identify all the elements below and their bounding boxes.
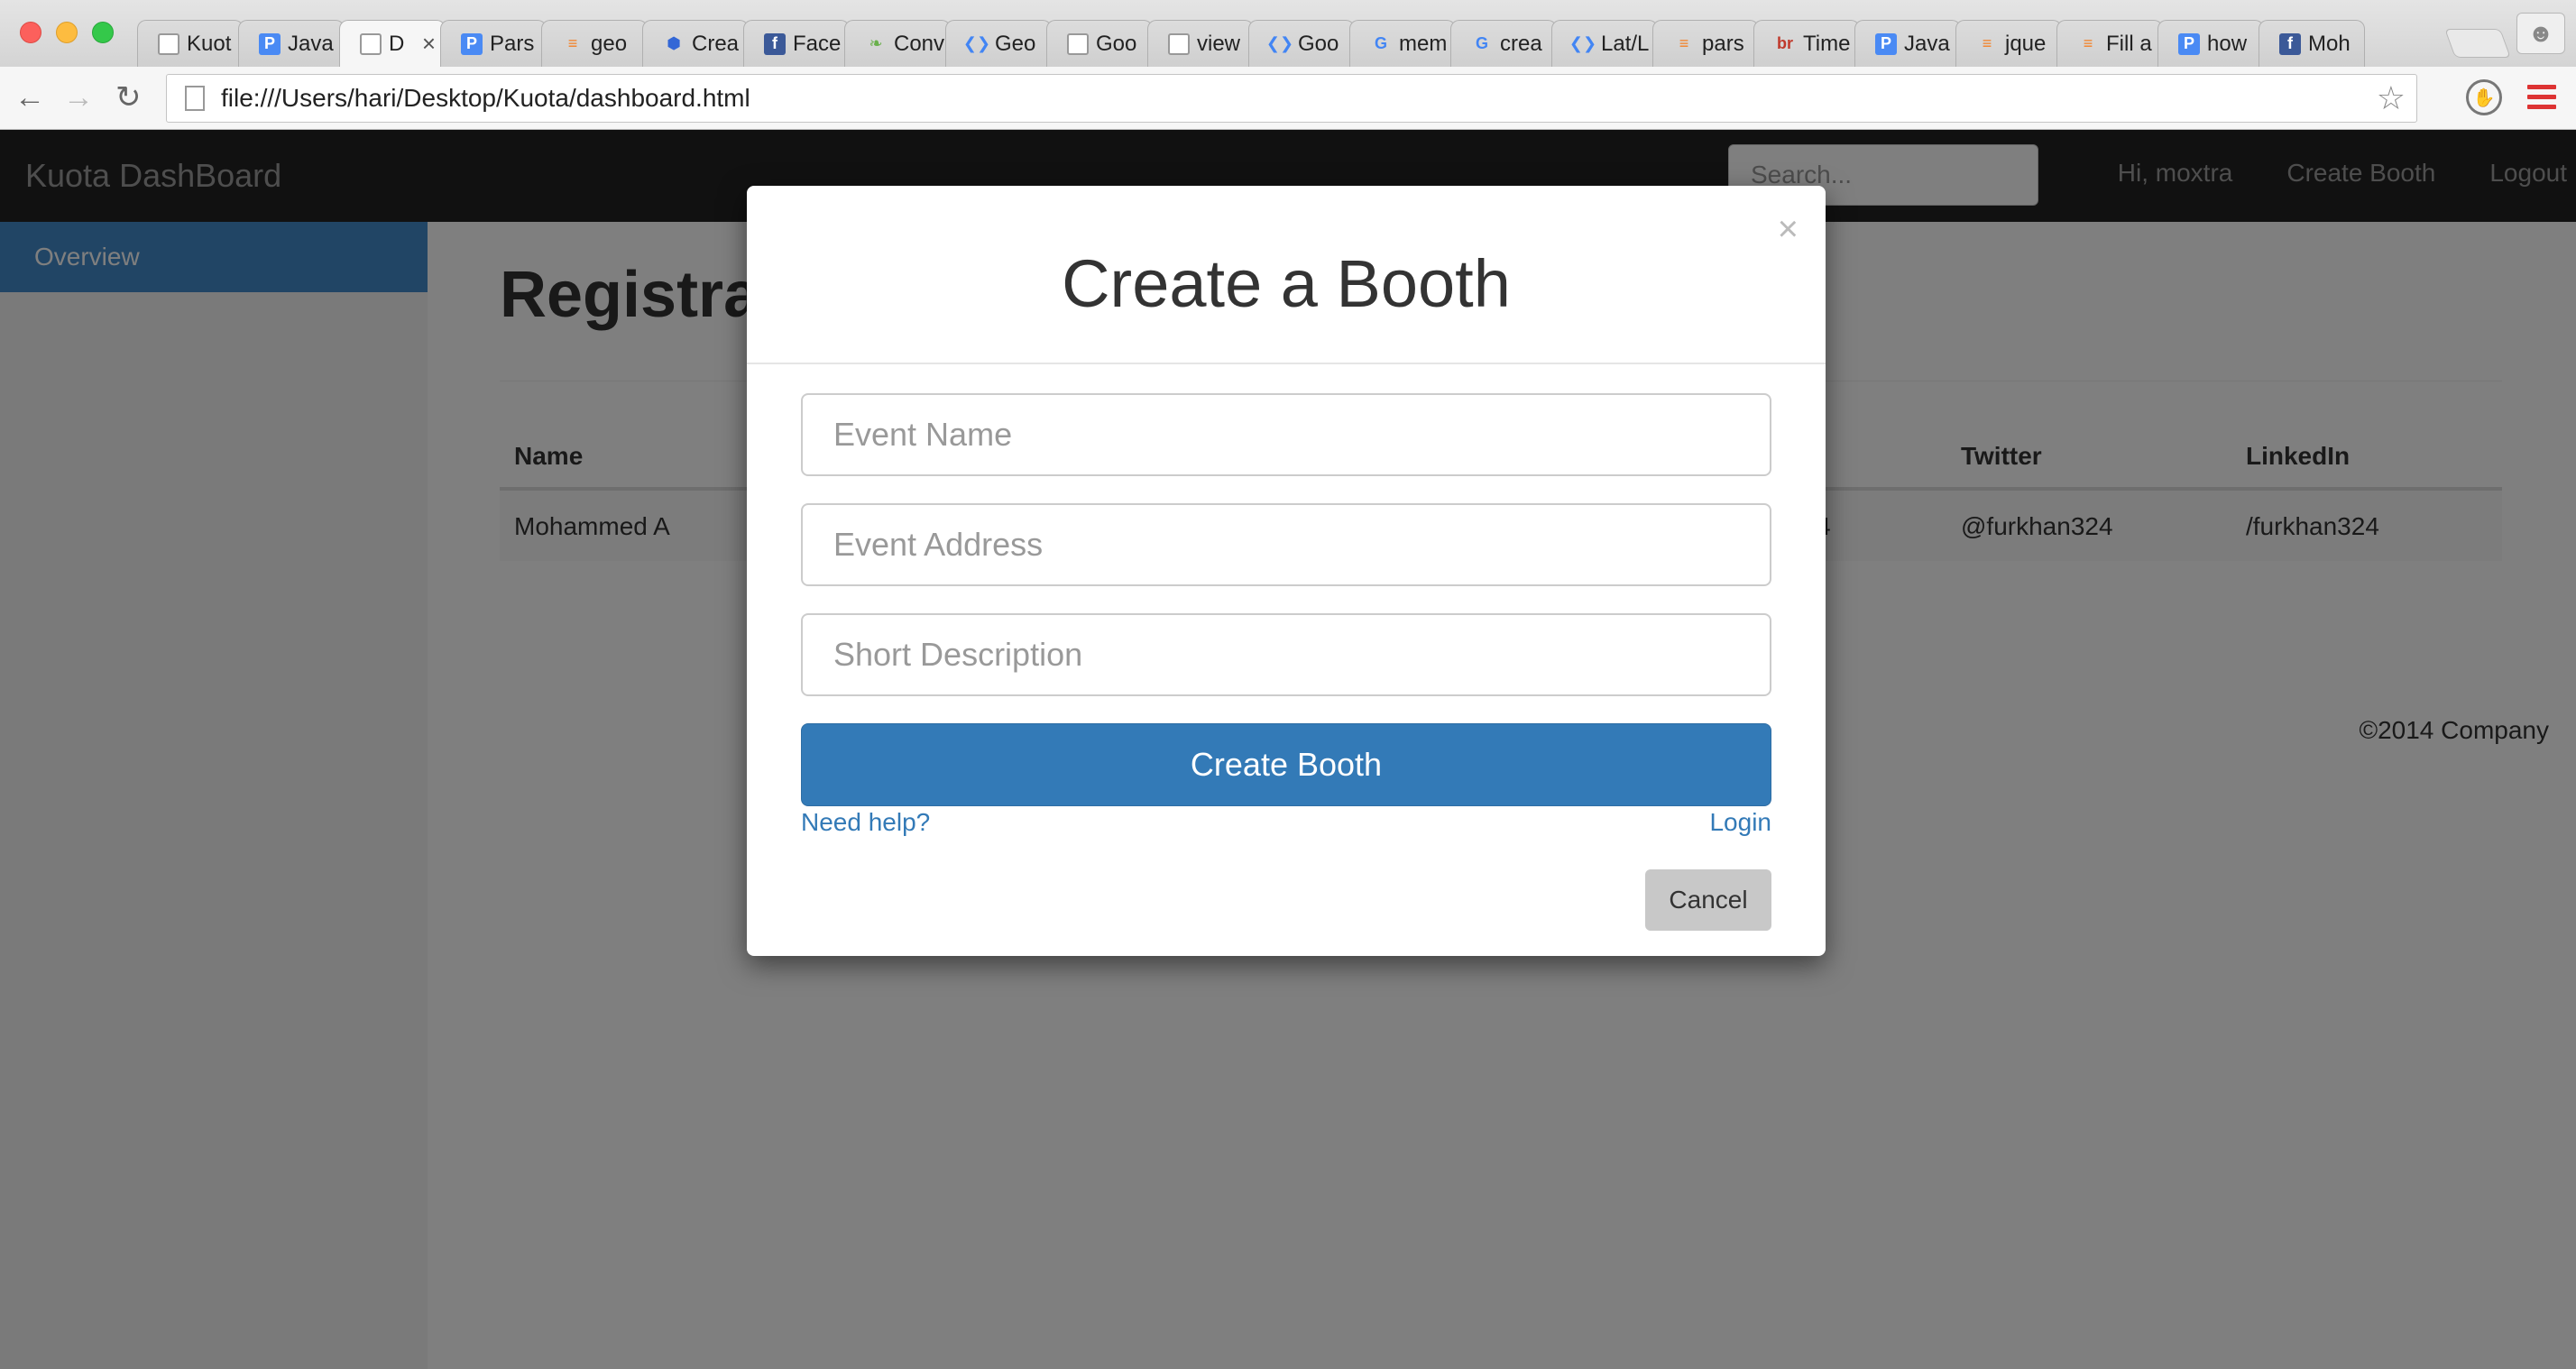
hamburger-menu-icon[interactable] [2527,85,2556,115]
page-icon [360,32,382,55]
browser-tab-title: Conv [894,31,945,56]
back-arrow-icon[interactable]: ← [14,79,45,115]
browser-tab-title: how [2207,31,2248,56]
profile-icon[interactable]: ☻ [2516,13,2565,54]
browser-tab[interactable]: ❧ Conv [844,20,951,67]
browser-tab[interactable]: P Java [238,20,345,67]
google-dev-icon: ❮❯ [1265,34,1294,52]
browser-tab-title: pars [1702,31,1744,56]
google-dev-icon: ❮❯ [1569,34,1597,52]
stackoverflow-icon: ≡ [567,34,578,52]
google-icon: G [1475,34,1488,52]
short-description-input[interactable] [801,613,1771,696]
login-link[interactable]: Login [1709,808,1771,837]
close-tab-icon[interactable]: × [422,30,436,58]
browser-tab-title: jque [2005,31,2047,56]
br-icon: br [1777,34,1793,52]
create-booth-modal: × Create a Booth Create Booth Need help?… [747,186,1826,956]
browser-tab-title: crea [1500,31,1542,56]
p-icon: P [2178,32,2200,55]
browser-tab-title: Kuot [187,31,232,56]
minimize-window-button[interactable] [56,22,78,43]
need-help-link[interactable]: Need help? [801,808,930,837]
event-address-input[interactable] [801,503,1771,586]
browser-tab-title: Goo [1096,31,1137,56]
browser-tab-title: Moh [2308,31,2351,56]
browser-tab[interactable]: view [1147,20,1254,67]
hexagon-icon: ⬢ [667,34,681,52]
extension-icon[interactable]: ✋ [2466,79,2502,115]
bookmark-star-icon[interactable]: ☆ [2377,79,2406,117]
browser-tab-title: mem [1399,31,1448,56]
page-icon [185,86,205,111]
p-icon: P [259,32,281,55]
address-bar[interactable]: file:///Users/hari/Desktop/Kuota/dashboa… [166,74,2417,123]
browser-tab-title: Pars [490,31,535,56]
browser-tab[interactable]: Phow [2157,20,2264,67]
browser-tab[interactable]: ≡ geo [541,20,648,67]
tab-strip: Kuot P Java D × P Pars ≡ geo ⬢ Crea f Face ❧ Conv ❮❯ Geo… [137,20,2365,67]
leaf-icon: ❧ [869,34,883,52]
facebook-icon: f [2279,32,2301,55]
modal-title: Create a Booth [1062,246,1511,321]
stackoverflow-icon: ≡ [2083,34,2093,52]
facebook-icon: f [764,32,786,55]
google-dev-icon: ❮❯ [962,34,991,52]
browser-tab[interactable]: ≡ jque [1955,20,2062,67]
event-name-input[interactable] [801,393,1771,476]
new-tab-button[interactable] [2444,29,2511,58]
browser-tab-title: D [389,31,405,56]
browser-tab[interactable]: f Moh [2259,20,2365,67]
p-icon: P [461,32,483,55]
browser-tab-title: Crea [692,31,740,56]
browser-tab[interactable]: P Java [1854,20,1961,67]
browser-tab-title: Geo [995,31,1036,56]
stackoverflow-icon: ≡ [1982,34,1992,52]
browser-tab[interactable]: f Face [743,20,850,67]
browser-tab[interactable]: ❮❯ Lat/L [1551,20,1658,67]
modal-divider [747,363,1826,364]
stackoverflow-icon: ≡ [1679,34,1689,52]
cancel-button[interactable]: Cancel [1645,869,1771,931]
browser-tab[interactable]: Goo [1046,20,1153,67]
browser-tab-title: Java [288,31,334,56]
browser-tab[interactable]: ⬢ Crea [642,20,749,67]
browser-tab[interactable]: ❮❯ Goo [1248,20,1355,67]
page-icon [1067,32,1089,55]
browser-tab[interactable]: D × [339,20,446,67]
browser-tab[interactable]: ≡ pars [1652,20,1759,67]
browser-tab-title: Time [1803,31,1851,56]
zoom-window-button[interactable] [92,22,114,43]
browser-tab[interactable]: Gcrea [1450,20,1557,67]
browser-tab[interactable]: ≡ Fill a [2056,20,2163,67]
browser-tab[interactable]: Kuot [137,20,244,67]
browser-tab[interactable]: Gmem [1349,20,1456,67]
google-icon: G [1374,34,1387,52]
address-url: file:///Users/hari/Desktop/Kuota/dashboa… [221,84,750,112]
browser-tab[interactable]: P Pars [440,20,547,67]
page-icon [1168,32,1190,55]
browser-tab-title: Goo [1298,31,1339,56]
browser-tab[interactable]: ❮❯ Geo [945,20,1052,67]
browser-tab-bar: Kuot P Java D × P Pars ≡ geo ⬢ Crea f Face ❧ Conv ❮❯ Geo… [0,0,2576,67]
close-window-button[interactable] [20,22,41,43]
forward-arrow-icon[interactable]: → [63,79,94,115]
reload-icon[interactable]: ↻ [115,79,142,115]
create-booth-button[interactable]: Create Booth [801,723,1771,806]
page-icon [158,32,179,55]
browser-tab-title: Fill a [2106,31,2152,56]
close-icon[interactable]: × [1778,211,1799,247]
browser-tab-title: Face [793,31,842,56]
browser-tab-title: Java [1904,31,1950,56]
browser-tab-title: geo [591,31,628,56]
browser-tab-title: view [1197,31,1241,56]
browser-tab[interactable]: br Time [1753,20,1860,67]
p-icon: P [1875,32,1897,55]
browser-toolbar: ← → ↻ file:///Users/hari/Desktop/Kuota/d… [0,67,2576,130]
browser-tab-title: Lat/L [1601,31,1650,56]
